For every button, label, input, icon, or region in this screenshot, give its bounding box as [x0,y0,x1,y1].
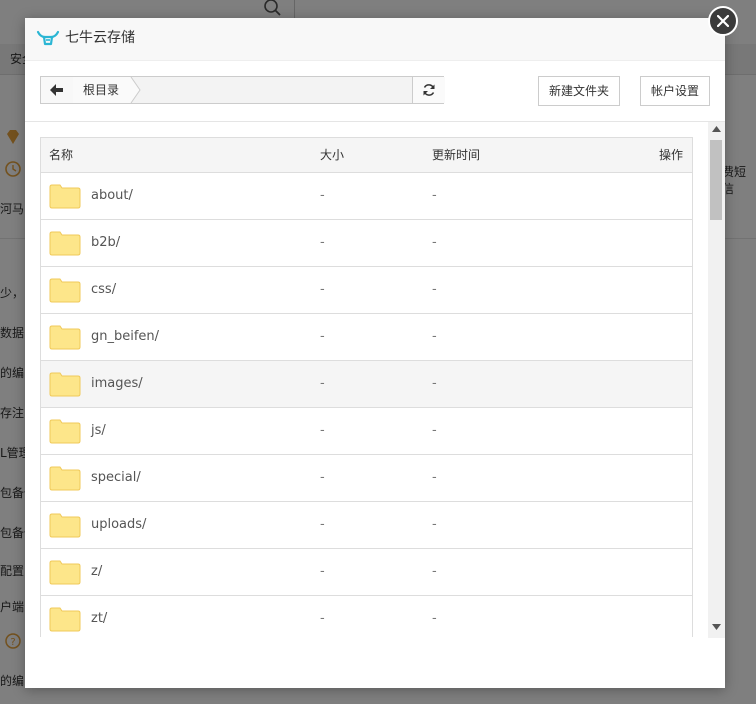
folder-icon [49,513,81,538]
account-settings-button[interactable]: 帐户设置 [640,76,710,106]
file-name[interactable]: uploads/ [91,502,146,548]
folder-icon [49,372,81,397]
file-size: - [320,282,325,297]
breadcrumb-root[interactable]: 根目录 [73,77,130,103]
path-bar: 根目录 [40,76,445,104]
file-name[interactable]: gn_beifen/ [91,314,159,360]
file-name[interactable]: b2b/ [91,220,120,266]
column-header-actions: 操作 [659,148,684,162]
refresh-icon [423,84,435,96]
file-size: - [320,188,325,203]
table-row[interactable]: js/ - - [41,408,692,455]
breadcrumb-separator [127,77,141,103]
file-name[interactable]: special/ [91,455,141,501]
refresh-button[interactable] [412,77,445,103]
column-header-updated[interactable]: 更新时间 [432,138,480,172]
file-updated: - [432,376,437,391]
new-folder-button[interactable]: 新建文件夹 [538,76,620,106]
modal-header: 七牛云存储 [25,18,725,61]
file-size: - [320,470,325,485]
table-row[interactable]: css/ - - [41,267,692,314]
file-size: - [320,423,325,438]
file-size: - [320,611,325,626]
folder-icon [49,419,81,444]
file-size: - [320,329,325,344]
file-updated: - [432,564,437,579]
file-updated: - [432,235,437,250]
file-updated: - [432,611,437,626]
qiniu-logo-icon [36,30,60,46]
table-row[interactable]: special/ - - [41,455,692,502]
file-name[interactable]: css/ [91,267,116,313]
storage-modal: 七牛云存储 根目录 新建文件夹 帐户设置 名称 大小 更新时间 操作 about… [25,6,738,688]
scroll-down-icon[interactable] [712,624,721,630]
folder-icon [49,466,81,491]
file-updated: - [432,517,437,532]
table-row[interactable]: images/ - - [41,361,692,408]
table-row[interactable]: zt/ - - [41,596,692,637]
file-size: - [320,517,325,532]
close-button[interactable] [708,6,738,36]
folder-icon [49,560,81,585]
back-button[interactable] [41,77,74,103]
file-size: - [320,376,325,391]
folder-icon [49,184,81,209]
scroll-up-icon[interactable] [712,126,721,132]
file-name[interactable]: js/ [91,408,106,454]
modal-title: 七牛云存储 [65,30,135,46]
folder-icon [49,607,81,632]
folder-icon [49,325,81,350]
file-size: - [320,235,325,250]
table-header: 名称 大小 更新时间 操作 [41,138,692,173]
column-header-size[interactable]: 大小 [320,138,344,172]
table-scrollbar[interactable] [708,122,725,638]
file-name[interactable]: z/ [91,549,102,595]
table-row[interactable]: b2b/ - - [41,220,692,267]
file-updated: - [432,188,437,203]
folder-icon [49,278,81,303]
file-name[interactable]: zt/ [91,596,107,637]
table-row[interactable]: about/ - - [41,173,692,220]
table-row[interactable]: gn_beifen/ - - [41,314,692,361]
close-icon [717,15,729,27]
scroll-thumb[interactable] [710,140,722,220]
file-size: - [320,564,325,579]
toolbar-divider [25,121,725,122]
arrow-left-icon [50,84,63,96]
file-updated: - [432,470,437,485]
column-header-name[interactable]: 名称 [49,138,73,172]
folder-icon [49,231,81,256]
file-table: 名称 大小 更新时间 操作 about/- - b2b/- - css/- - gn_bei… [40,137,693,637]
table-row[interactable]: uploads/ - - [41,502,692,549]
table-row[interactable]: z/ - - [41,549,692,596]
file-updated: - [432,282,437,297]
file-name[interactable]: about/ [91,173,133,219]
file-updated: - [432,423,437,438]
file-name[interactable]: images/ [91,361,143,407]
file-updated: - [432,329,437,344]
